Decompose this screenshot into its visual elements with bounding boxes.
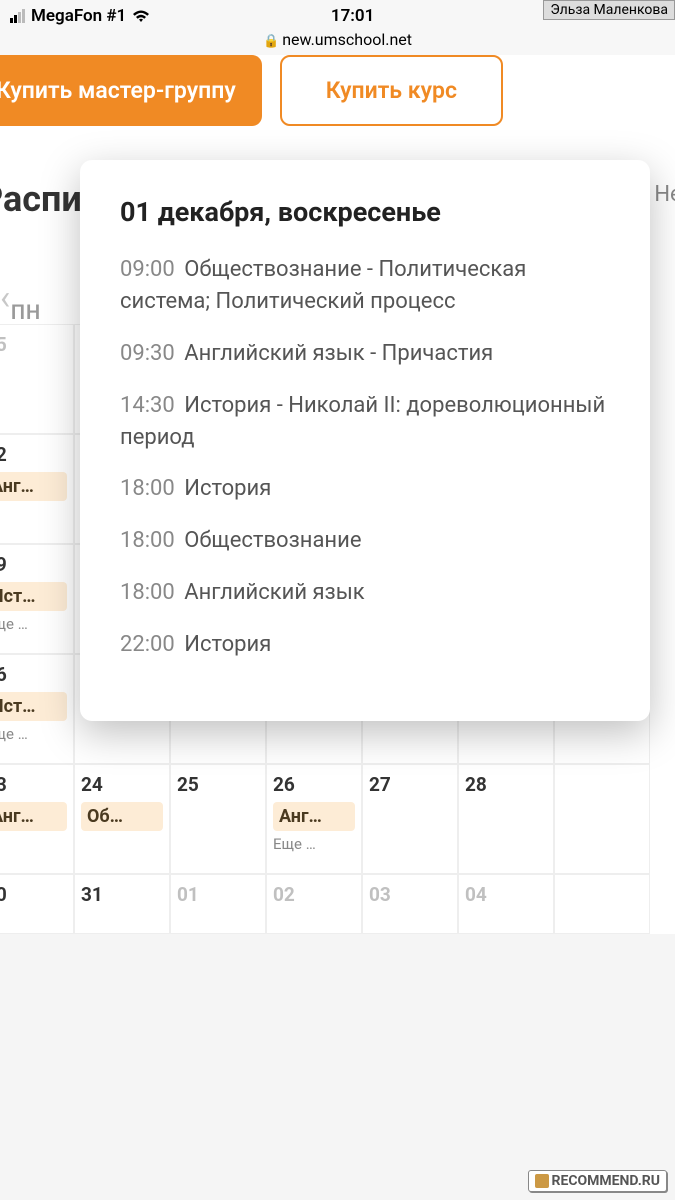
watermark-icon — [535, 1174, 549, 1188]
day-number: 04 — [465, 883, 547, 906]
event-text: Обществознание - Политическая система; П… — [120, 257, 526, 314]
popup-title: 01 декабря, воскресенье — [120, 196, 614, 228]
day-number: 31 — [81, 883, 163, 906]
day-cell[interactable] — [554, 764, 650, 874]
day-cell[interactable]: 25 — [170, 764, 266, 874]
event-chip[interactable]: Ист… — [0, 692, 67, 721]
event-time: 18:00 — [120, 580, 175, 605]
day-cell[interactable]: 16 Ист… Еще … — [0, 654, 74, 764]
status-left: MegaFon #1 — [10, 6, 150, 26]
event-item[interactable]: 14:30 История - Николай II: дореволюцион… — [120, 390, 614, 454]
signal-icon — [10, 9, 25, 23]
event-item[interactable]: 18:00 Обществознание — [120, 525, 614, 557]
url-text: new.umschool.net — [282, 30, 412, 49]
event-chip[interactable]: Ист… — [0, 582, 67, 611]
weekday: ПН — [0, 300, 74, 324]
day-cell[interactable]: 28 — [458, 764, 554, 874]
wifi-icon — [132, 9, 150, 23]
day-number: 30 — [0, 883, 67, 906]
url-bar[interactable]: 🔒new.umschool.net — [0, 28, 675, 55]
day-number: 24 — [81, 773, 163, 796]
day-cell[interactable]: 04 — [458, 874, 554, 934]
day-cell[interactable]: 09 Ист… Еще … — [0, 544, 74, 654]
watermark: RECOMMEND.RU — [528, 1170, 668, 1192]
event-text: Обществознание — [179, 528, 362, 553]
event-item[interactable]: 09:30 Английский язык - Причастия — [120, 338, 614, 370]
day-cell[interactable]: 26 Анг… Еще … — [266, 764, 362, 874]
event-text: Английский язык — [179, 580, 365, 605]
event-item[interactable]: 22:00 История — [120, 629, 614, 661]
event-chip[interactable]: Об… — [81, 802, 163, 831]
event-time: 18:00 — [120, 476, 175, 501]
button-row: Купить мастер-группу Купить курс — [0, 55, 675, 148]
status-time: 17:01 — [331, 6, 374, 26]
day-number: 27 — [369, 773, 451, 796]
event-chip[interactable]: Анг… — [0, 472, 67, 501]
lock-icon: 🔒 — [263, 34, 279, 49]
event-time: 09:30 — [120, 341, 175, 366]
event-text: История — [179, 476, 271, 501]
event-chip[interactable]: Анг… — [0, 802, 67, 831]
event-time: 14:30 — [120, 393, 175, 418]
view-week-label[interactable]: Нед — [654, 182, 675, 207]
chevron-left-icon[interactable]: ‹ — [0, 278, 10, 318]
day-number: 02 — [273, 883, 355, 906]
event-text: История - Николай II: дореволюционный пе… — [120, 393, 605, 450]
day-number: 26 — [273, 773, 355, 796]
event-time: 18:00 — [120, 528, 175, 553]
day-cell[interactable]: 02 Анг… — [0, 434, 74, 544]
name-tag: Эльза Маленкова — [543, 0, 675, 20]
day-number: 03 — [369, 883, 451, 906]
day-cell[interactable]: 03 — [362, 874, 458, 934]
more-label[interactable]: Еще … — [273, 835, 355, 853]
event-time: 09:00 — [120, 257, 175, 282]
day-cell[interactable]: 30 — [0, 874, 74, 934]
day-number: 02 — [0, 443, 67, 466]
event-item[interactable]: 18:00 История — [120, 473, 614, 505]
buy-master-group-button[interactable]: Купить мастер-группу — [0, 55, 262, 126]
day-number: 16 — [0, 663, 67, 686]
day-number: 23 — [0, 773, 67, 796]
more-label[interactable]: Еще … — [0, 725, 67, 743]
more-label[interactable]: Еще … — [0, 615, 67, 633]
day-number: 25 — [0, 333, 67, 356]
event-chip[interactable]: Анг… — [273, 802, 355, 831]
day-cell[interactable]: 24 Об… — [74, 764, 170, 874]
day-number: 01 — [177, 883, 259, 906]
day-cell[interactable] — [554, 874, 650, 934]
day-cell[interactable]: 23 Анг… — [0, 764, 74, 874]
day-number: 28 — [465, 773, 547, 796]
day-number: 09 — [0, 553, 67, 576]
day-cell[interactable]: 25 — [0, 324, 74, 434]
buy-course-button[interactable]: Купить курс — [280, 55, 503, 126]
day-cell[interactable]: 01 — [170, 874, 266, 934]
event-text: История — [179, 632, 271, 657]
day-number: 25 — [177, 773, 259, 796]
event-item[interactable]: 09:00 Обществознание - Политическая сист… — [120, 254, 614, 318]
day-cell[interactable]: 31 — [74, 874, 170, 934]
watermark-text: RECOMMEND.RU — [552, 1173, 661, 1189]
day-popup: 01 декабря, воскресенье 09:00 Обществозн… — [80, 160, 650, 721]
event-text: Английский язык - Причастия — [179, 341, 493, 366]
event-item[interactable]: 18:00 Английский язык — [120, 577, 614, 609]
carrier-label: MegaFon #1 — [31, 6, 126, 26]
day-cell[interactable]: 27 — [362, 764, 458, 874]
day-cell[interactable]: 02 — [266, 874, 362, 934]
event-time: 22:00 — [120, 632, 175, 657]
